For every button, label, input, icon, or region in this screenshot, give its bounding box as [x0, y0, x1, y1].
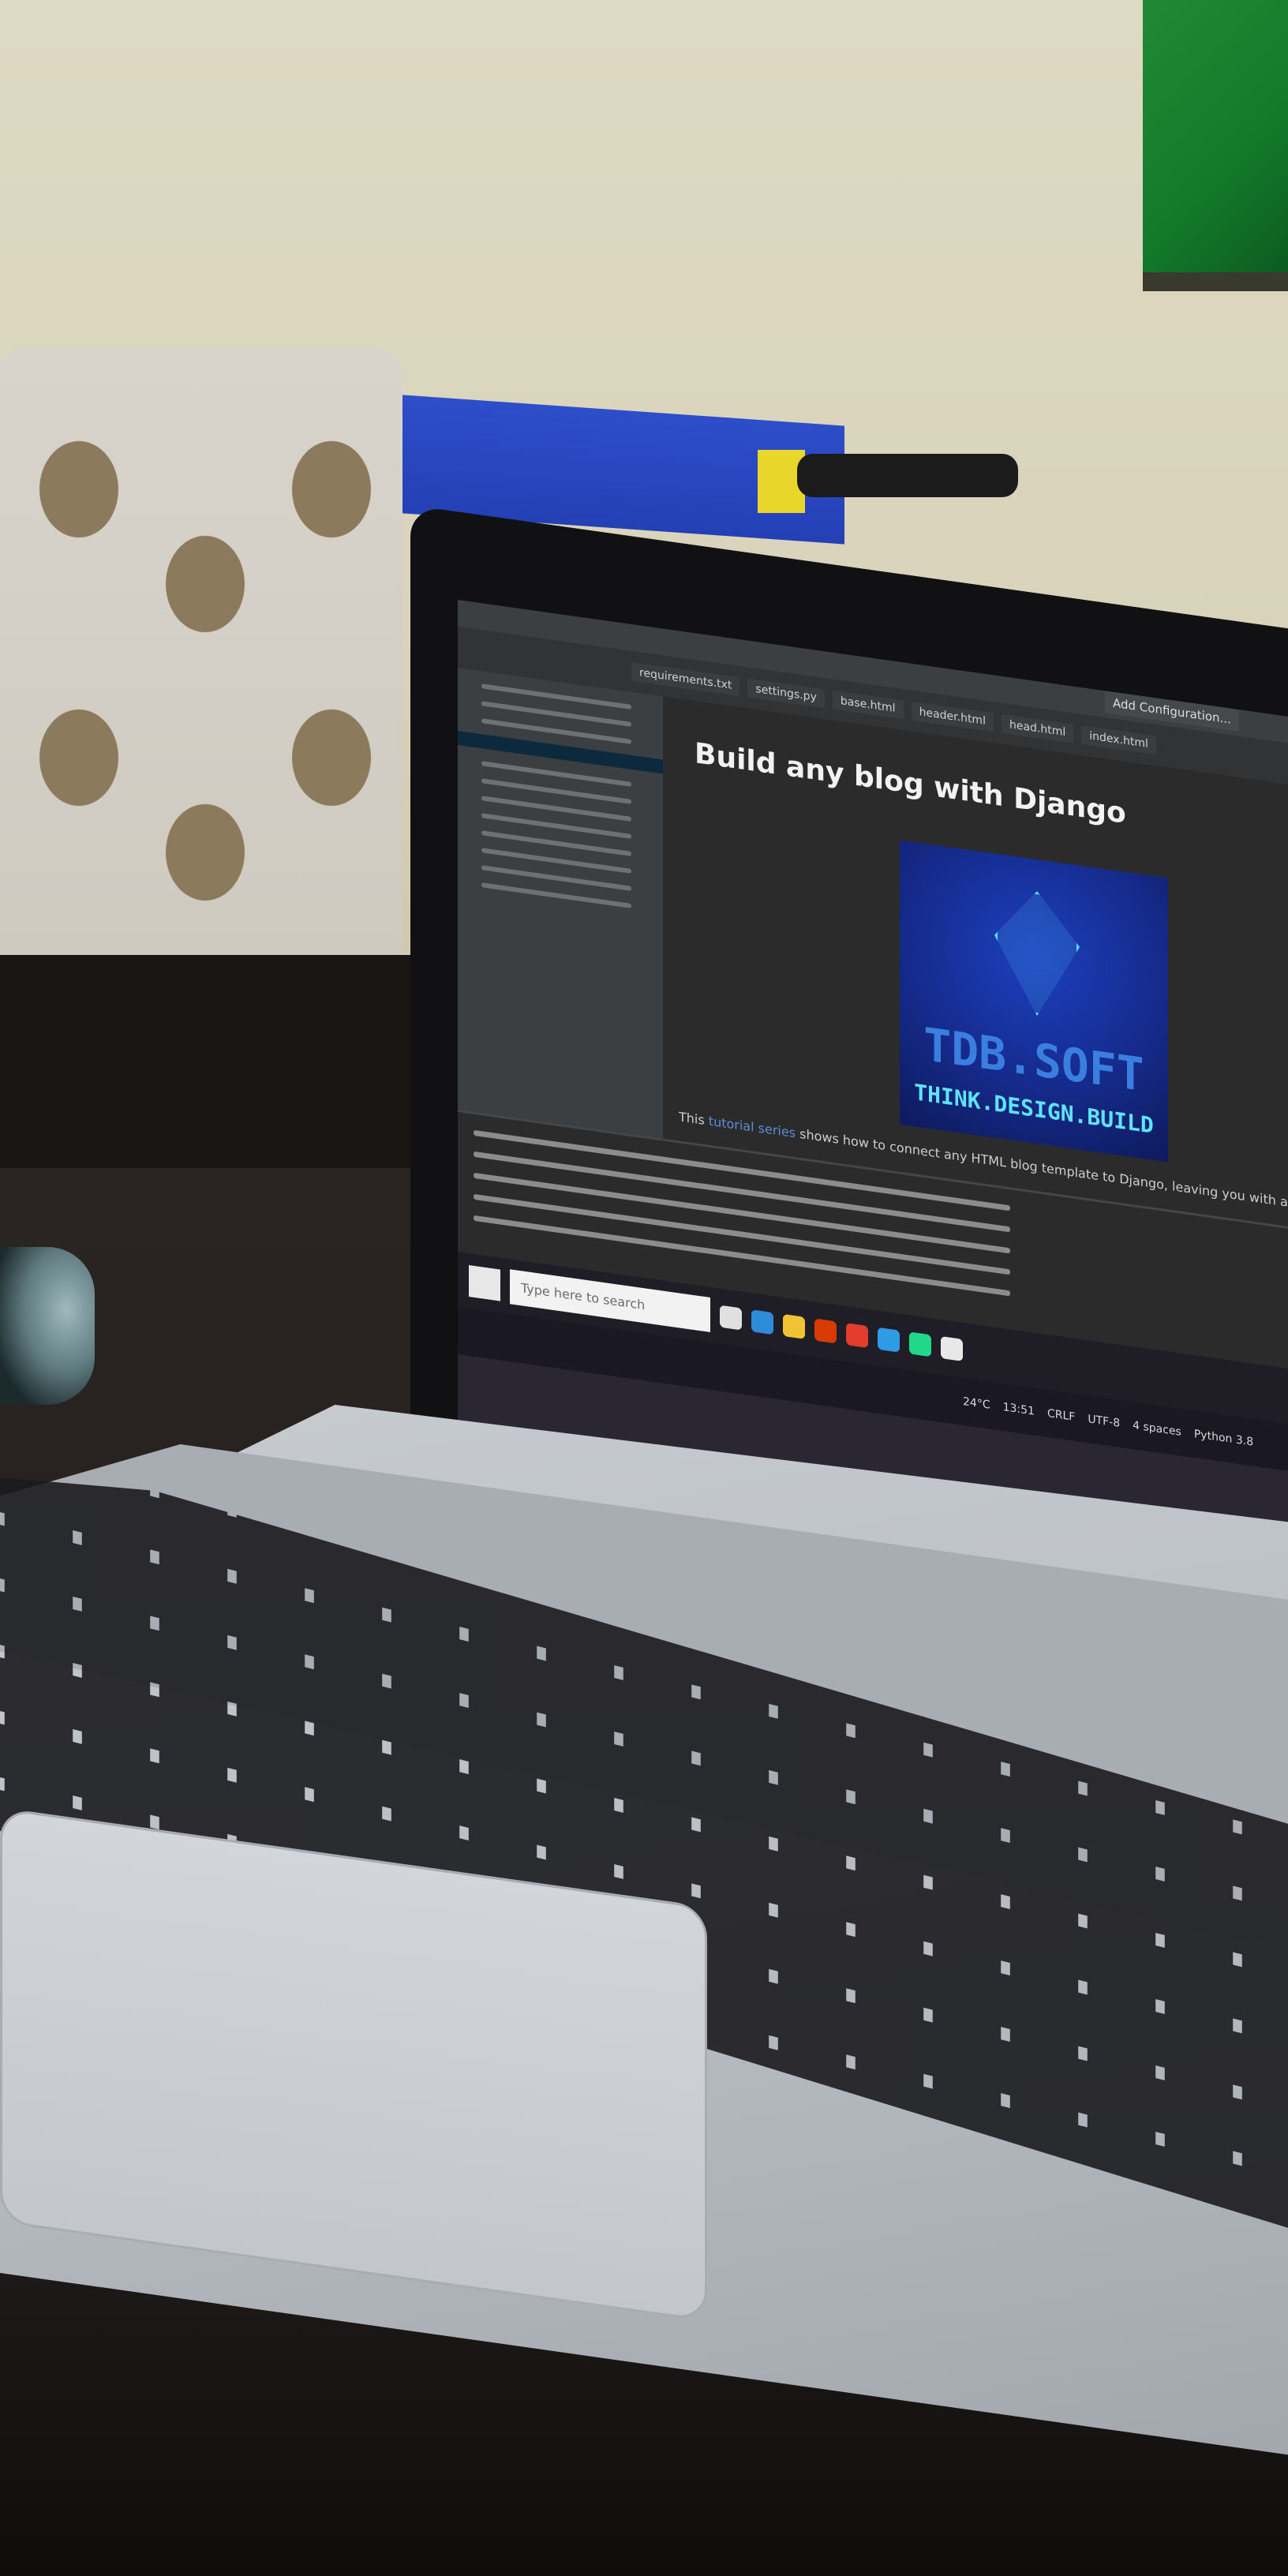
project-tree[interactable] [458, 668, 663, 1139]
office-icon[interactable] [814, 1318, 837, 1344]
photo-scene: Add Configuration... requirements.txt se… [0, 0, 1288, 2576]
description-prefix: This [679, 1109, 705, 1128]
weather-temperature: 24°C [963, 1395, 990, 1412]
tab-header[interactable]: header.html [911, 701, 994, 732]
patterned-cushion [0, 347, 402, 963]
file-explorer-icon[interactable] [783, 1313, 805, 1339]
computer-mouse [0, 1247, 95, 1405]
green-board [1143, 0, 1288, 291]
pycharm-icon[interactable] [909, 1331, 931, 1357]
flashlight [797, 454, 1018, 497]
status-time: 13:51 [1002, 1401, 1035, 1418]
mouse-cursor-icon [1283, 894, 1288, 915]
status-encoding[interactable]: UTF-8 [1088, 1413, 1120, 1430]
tab-head[interactable]: head.html [1001, 713, 1074, 743]
terminal-line [474, 1172, 1010, 1254]
tab-settings[interactable]: settings.py [747, 678, 825, 709]
tdb-soft-logo: TDB.SOFT THINK.DESIGN.BUILD [900, 840, 1168, 1163]
status-indent[interactable]: 4 spaces [1133, 1419, 1181, 1439]
tab-index[interactable]: index.html [1081, 725, 1156, 755]
opera-icon[interactable] [846, 1323, 868, 1349]
sofa [0, 955, 442, 1192]
tab-requirements[interactable]: requirements.txt [631, 661, 740, 697]
task-view-icon[interactable] [720, 1305, 742, 1331]
terminal-line [474, 1193, 1010, 1275]
status-line-ending[interactable]: CRLF [1047, 1407, 1075, 1424]
status-interpreter[interactable]: Python 3.8 [1194, 1428, 1253, 1449]
windows-start-icon[interactable] [469, 1264, 500, 1301]
chrome-icon[interactable] [941, 1336, 963, 1361]
tutorial-series-link[interactable]: tutorial series [709, 1114, 796, 1140]
tree-item-selected[interactable] [458, 731, 663, 774]
tab-base[interactable]: base.html [832, 690, 904, 720]
vscode-icon[interactable] [878, 1327, 900, 1353]
crystal-icon [994, 886, 1080, 1022]
edge-icon[interactable] [751, 1309, 773, 1335]
